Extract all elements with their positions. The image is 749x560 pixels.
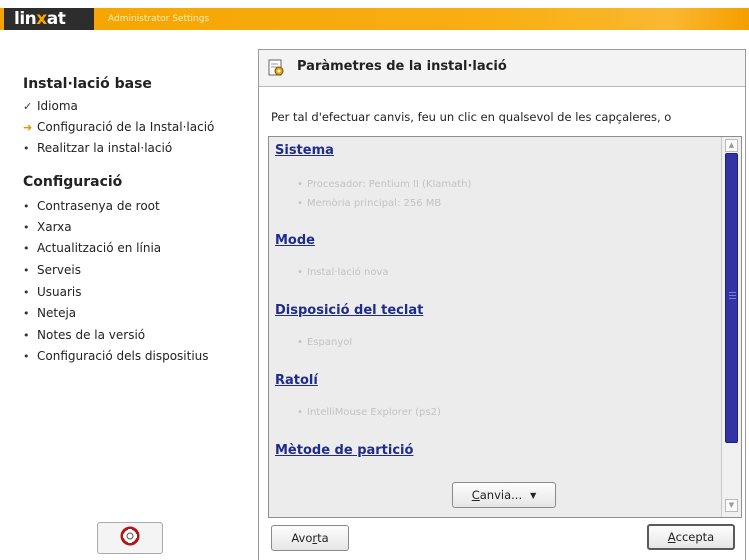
top-banner: linxat Administrator Settings	[0, 0, 749, 36]
lifebuoy-help-icon	[120, 526, 140, 550]
summary-content: Sistema • Procesador: Pentium II (Klamath…	[269, 137, 721, 517]
sidebar-item-perform-install[interactable]: • Realitzar la instal·lació	[23, 138, 172, 158]
bullet-icon: •	[23, 264, 30, 277]
bullet-icon: •	[23, 307, 30, 320]
linxat-logo: linxat	[4, 8, 94, 30]
scroll-grip	[729, 295, 736, 296]
change-button[interactable]: Canvia... ▼	[452, 482, 556, 508]
link-keyboard-layout[interactable]: Disposició del teclat	[275, 303, 423, 318]
arrow-right-icon: ➜	[23, 121, 33, 134]
summary-item: • Memòria principal: 256 MB	[297, 198, 442, 209]
link-mouse[interactable]: Ratolí	[275, 373, 318, 388]
bullet-icon: •	[23, 242, 30, 255]
accept-button[interactable]: Accepta	[647, 524, 735, 550]
sidebar-item-install-config[interactable]: ➜ Configuració de la Instal·lació	[23, 117, 214, 137]
bullet-icon: •	[23, 221, 30, 234]
check-icon: ✓	[23, 100, 33, 113]
sidebar-item-users[interactable]: • Usuaris	[23, 282, 82, 302]
instructions-text: Per tal d'efectuar canvis, feu un clic e…	[271, 110, 672, 124]
panel-header: Paràmetres de la instal·lació	[259, 50, 745, 87]
link-mode[interactable]: Mode	[275, 233, 315, 248]
link-system[interactable]: Sistema	[275, 143, 334, 158]
scroll-grip	[729, 298, 736, 299]
sidebar-item-release-notes[interactable]: • Notes de la versió	[23, 325, 145, 345]
vertical-scrollbar[interactable]: ▲ ▼	[721, 137, 741, 517]
scroll-up-icon[interactable]: ▲	[725, 139, 738, 152]
sidebar-item-root-password[interactable]: • Contrasenya de root	[23, 196, 160, 216]
help-button[interactable]	[97, 522, 163, 554]
sidebar-item-online-update[interactable]: • Actualització en línia	[23, 238, 161, 258]
section-title-base-install: Instal·lació base	[23, 76, 152, 92]
sidebar-item-network[interactable]: • Xarxa	[23, 217, 72, 237]
chevron-down-icon: ▼	[530, 490, 537, 500]
scroll-down-icon[interactable]: ▼	[725, 499, 738, 512]
banner-title: Administrator Settings	[108, 14, 210, 24]
sidebar-item-device-config[interactable]: • Configuració dels dispositius	[23, 346, 209, 366]
scroll-grip	[729, 292, 736, 293]
scroll-thumb[interactable]	[725, 153, 738, 443]
sidebar-item-language[interactable]: ✓ Idioma	[23, 96, 78, 116]
panel-title: Paràmetres de la instal·lació	[297, 59, 507, 74]
section-title-configuration: Configuració	[23, 174, 123, 190]
sidebar-item-cleanup[interactable]: • Neteja	[23, 303, 76, 323]
install-summary-list[interactable]: Sistema • Procesador: Pentium II (Klamath…	[268, 136, 742, 518]
summary-item: • Procesador: Pentium II (Klamath)	[297, 179, 472, 190]
bullet-icon: •	[23, 286, 30, 299]
abort-button[interactable]: Avo r ta	[271, 525, 349, 551]
bullet-icon: •	[23, 142, 30, 155]
summary-item: • Instal·lació nova	[297, 267, 389, 278]
link-partitioning-method[interactable]: Mètode de partició	[275, 443, 413, 458]
bullet-icon: •	[23, 200, 30, 213]
sidebar-item-services[interactable]: • Serveis	[23, 260, 81, 280]
install-settings-panel: Paràmetres de la instal·lació Per tal d'…	[258, 49, 746, 560]
summary-item: • IntelliMouse Explorer (ps2)	[297, 407, 441, 418]
bullet-icon: •	[23, 329, 30, 342]
bullet-icon: •	[23, 350, 30, 363]
settings-document-icon	[267, 59, 285, 77]
summary-item: • Espanyol	[297, 337, 353, 348]
